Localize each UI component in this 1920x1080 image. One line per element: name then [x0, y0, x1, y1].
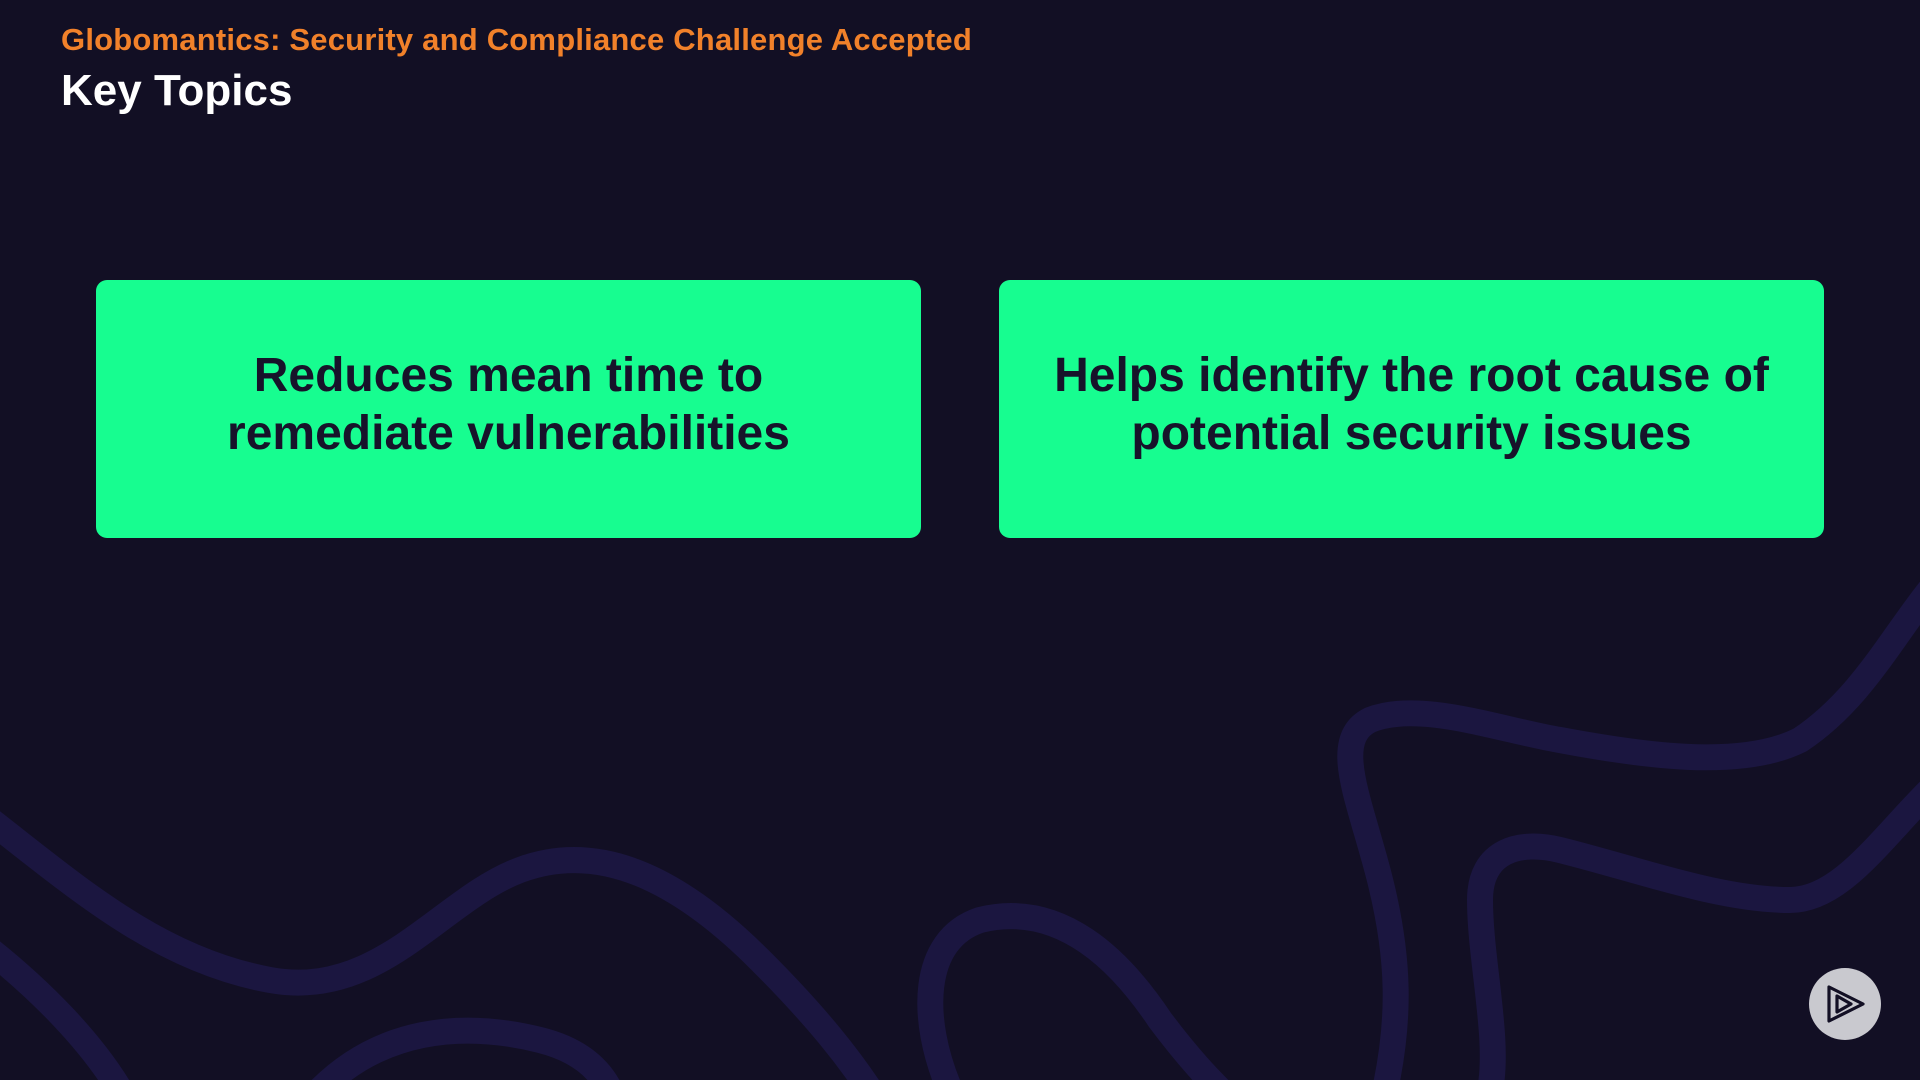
course-subtitle: Globomantics: Security and Compliance Ch…: [61, 22, 972, 57]
topic-card-remediation: Reduces mean time to remediate vulnerabi…: [96, 280, 921, 538]
slide: Globomantics: Security and Compliance Ch…: [0, 0, 1920, 1080]
play-logo-icon: [1827, 985, 1865, 1023]
background-wave-decoration: [0, 581, 1920, 1080]
topic-card-root-cause: Helps identify the root cause of potenti…: [999, 280, 1824, 538]
play-button[interactable]: [1809, 968, 1881, 1040]
topic-card-text: Reduces mean time to remediate vulnerabi…: [227, 349, 790, 460]
page-title: Key Topics: [61, 66, 293, 115]
topic-card-text: Helps identify the root cause of potenti…: [1054, 349, 1769, 460]
